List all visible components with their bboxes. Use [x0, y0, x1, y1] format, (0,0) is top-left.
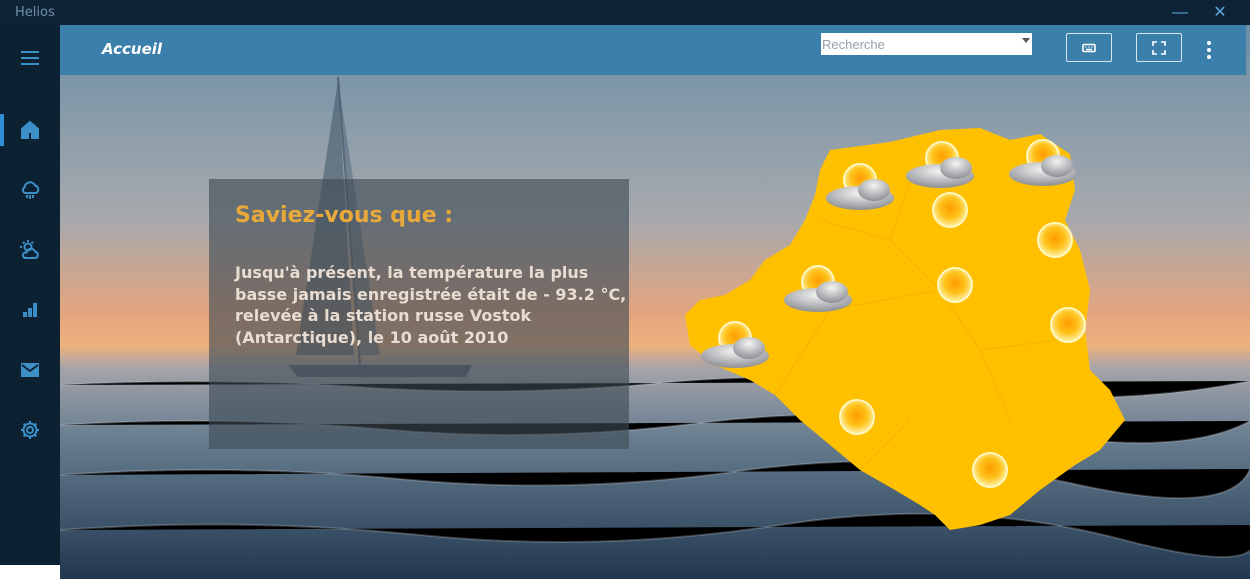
sidebar-item-mail[interactable]: [0, 348, 60, 392]
minimize-icon: —: [1172, 4, 1188, 21]
bar-chart-icon: [23, 303, 37, 317]
page-title: Accueil: [102, 40, 163, 58]
more-vertical-icon: [1207, 41, 1211, 45]
more-options-button[interactable]: [1199, 37, 1219, 63]
sidebar-item-stats[interactable]: [0, 288, 60, 332]
sidebar-item-cloud-rain[interactable]: [0, 168, 60, 212]
close-button[interactable]: ✕: [1207, 2, 1233, 24]
sun-icon: [937, 267, 973, 303]
gear-icon: [21, 421, 39, 439]
sun-cloud-icon: [20, 240, 39, 259]
sidebar-item-home[interactable]: [0, 108, 60, 152]
fullscreen-button[interactable]: [1136, 33, 1182, 62]
keyboard-icon: [1082, 43, 1096, 52]
sidebar-item-menu[interactable]: [0, 36, 60, 80]
hamburger-menu-icon: [21, 51, 39, 65]
keyboard-button[interactable]: [1066, 33, 1112, 62]
fullscreen-icon: [1152, 40, 1166, 55]
header-bar: Accueil: [60, 25, 1246, 75]
sun-icon: [1050, 307, 1086, 343]
sun-icon: [1037, 222, 1073, 258]
fact-title: Saviez-vous que :: [235, 203, 454, 228]
search-box[interactable]: [821, 33, 1032, 55]
minimize-button[interactable]: —: [1167, 2, 1193, 24]
search-input[interactable]: [821, 33, 1017, 55]
sidebar: [0, 25, 60, 565]
sidebar-item-weather[interactable]: [0, 228, 60, 272]
weather-map: [685, 128, 1125, 530]
fact-panel: Saviez-vous que : Jusqu'à présent, la te…: [209, 179, 629, 449]
sun-icon: [932, 192, 968, 228]
fact-text: Jusqu'à présent, la température la plus …: [235, 263, 627, 347]
cloud-rain-icon: [21, 181, 40, 199]
window-titlebar: Helios — ✕: [0, 0, 1250, 25]
chevron-down-icon[interactable]: [1022, 38, 1030, 43]
sidebar-item-settings[interactable]: [0, 408, 60, 452]
mail-icon: [21, 363, 39, 377]
app-title: Helios: [15, 5, 55, 20]
main-content: Accueil Saviez-vous que : Jusqu'à présen…: [60, 25, 1250, 579]
close-icon: ✕: [1213, 4, 1227, 21]
home-icon: [21, 120, 39, 139]
sun-icon: [839, 399, 875, 435]
sun-icon: [972, 452, 1008, 488]
